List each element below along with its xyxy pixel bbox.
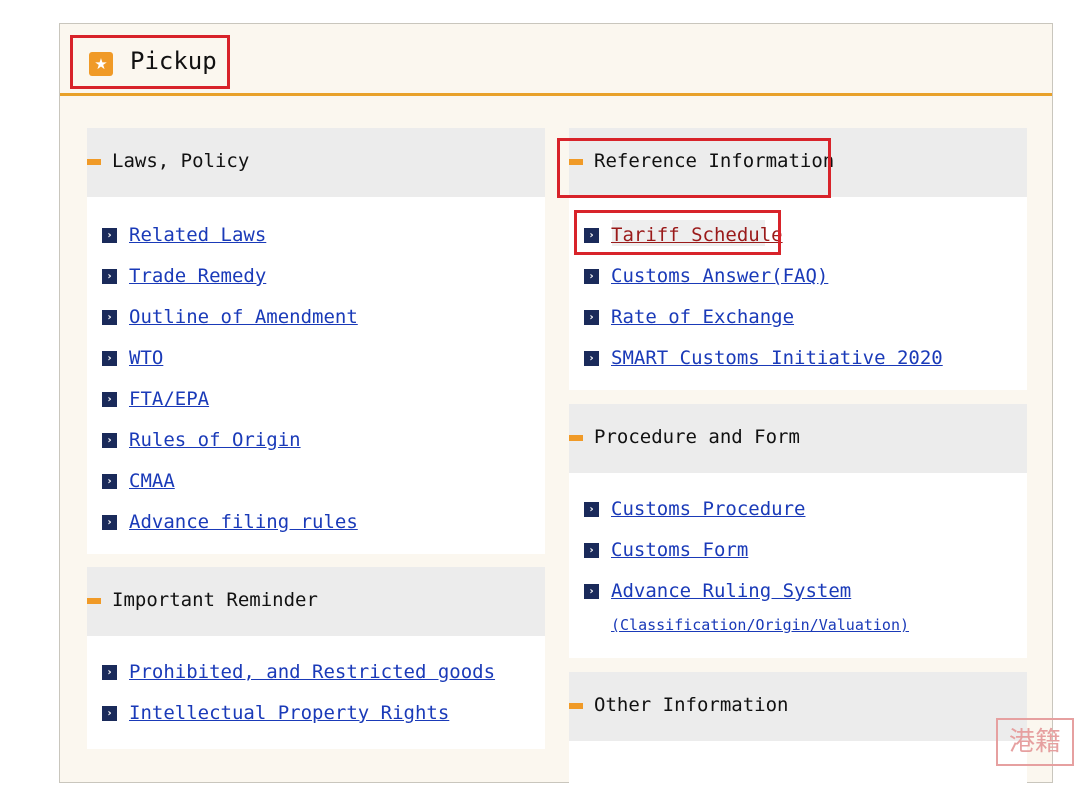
section-title: Important Reminder xyxy=(112,589,318,611)
link-outline-of-amendment[interactable]: Outline of Amendment xyxy=(129,301,358,333)
arrow-icon: › xyxy=(102,433,117,448)
arrow-icon: › xyxy=(584,502,599,517)
section-header: Other Information xyxy=(569,672,1027,741)
section-procedure-form: Procedure and Form › Customs Procedure › C… xyxy=(569,404,1027,658)
arrow-icon: › xyxy=(102,351,117,366)
link-customs-procedure[interactable]: Customs Procedure xyxy=(611,493,805,525)
arrow-icon: › xyxy=(102,228,117,243)
link-customs-answer-faq[interactable]: Customs Answer(FAQ) xyxy=(611,260,828,292)
link-fta-epa[interactable]: FTA/EPA xyxy=(129,383,209,415)
link-advance-ruling-subtitle[interactable]: (Classification/Origin/Valuation) xyxy=(611,609,909,641)
section-important-reminder: Important Reminder › Prohibited, and Rest… xyxy=(87,567,545,749)
link-prohibited-restricted-goods[interactable]: Prohibited, and Restricted goods xyxy=(129,656,495,688)
section-header: Laws, Policy xyxy=(87,128,545,197)
tariff-schedule-highlight-box xyxy=(574,210,781,255)
section-reference-information: Reference Information › Tariff Schedule ›… xyxy=(557,128,1027,390)
link-trade-remedy[interactable]: Trade Remedy xyxy=(129,260,266,292)
arrow-icon: › xyxy=(584,269,599,284)
link-intellectual-property-rights[interactable]: Intellectual Property Rights xyxy=(129,697,449,729)
section-header: Procedure and Form xyxy=(569,404,1027,473)
section-title: Other Information xyxy=(594,694,789,716)
watermark-seal-icon: 港籍 xyxy=(996,718,1074,766)
link-advance-filing-rules[interactable]: Advance filing rules xyxy=(129,506,358,538)
section-laws-policy: Laws, Policy › Related Laws › Trade Remedy… xyxy=(87,128,545,554)
section-header: Important Reminder xyxy=(87,567,545,636)
section-title: Laws, Policy xyxy=(112,150,250,172)
link-rules-of-origin[interactable]: Rules of Origin xyxy=(129,424,301,456)
arrow-icon: › xyxy=(102,706,117,721)
section-bullet-icon xyxy=(87,159,101,165)
star-icon: ★ xyxy=(89,52,113,76)
arrow-icon: › xyxy=(584,310,599,325)
arrow-icon: › xyxy=(102,392,117,407)
link-advance-ruling-system[interactable]: Advance Ruling System xyxy=(611,575,851,607)
panel-title: Pickup xyxy=(130,47,217,75)
link-related-laws[interactable]: Related Laws xyxy=(129,219,266,251)
section-title: Procedure and Form xyxy=(594,426,800,448)
section-other-information: Other Information xyxy=(569,672,1027,792)
panel-header: ★ Pickup xyxy=(60,24,1052,96)
arrow-icon: › xyxy=(102,665,117,680)
link-customs-form[interactable]: Customs Form xyxy=(611,534,748,566)
arrow-icon: › xyxy=(584,584,599,599)
link-wto[interactable]: WTO xyxy=(129,342,163,374)
reference-information-highlight-box xyxy=(557,138,831,198)
pickup-panel: ★ Pickup Laws, Policy › Related Laws › Tra… xyxy=(59,23,1053,792)
arrow-icon: › xyxy=(102,474,117,489)
arrow-icon: › xyxy=(102,515,117,530)
link-smart-customs-initiative[interactable]: SMART Customs Initiative 2020 xyxy=(611,342,943,374)
section-bullet-icon xyxy=(569,435,583,441)
arrow-icon: › xyxy=(584,351,599,366)
section-bullet-icon xyxy=(569,703,583,709)
arrow-icon: › xyxy=(102,310,117,325)
section-bullet-icon xyxy=(87,598,101,604)
link-cmaa[interactable]: CMAA xyxy=(129,465,175,497)
arrow-icon: › xyxy=(584,543,599,558)
arrow-icon: › xyxy=(102,269,117,284)
link-rate-of-exchange[interactable]: Rate of Exchange xyxy=(611,301,794,333)
